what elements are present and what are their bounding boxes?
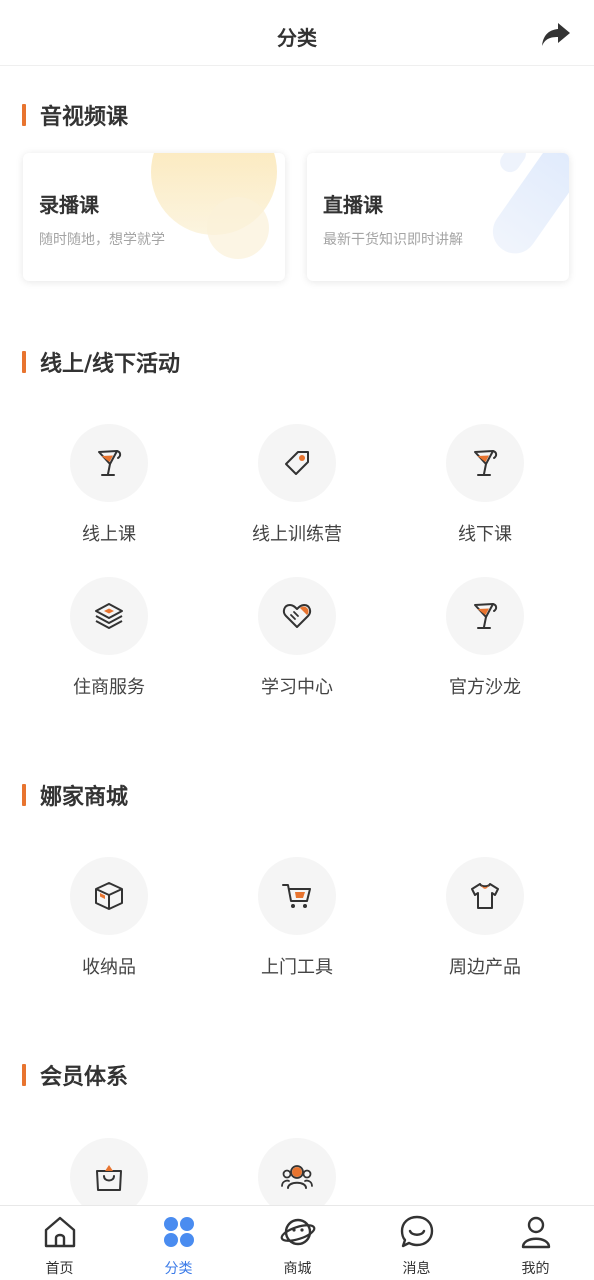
share-arrow-icon[interactable] xyxy=(540,20,572,50)
box-icon xyxy=(95,882,123,910)
section-title-text: 娜家商城 xyxy=(40,785,129,810)
grid-item-label: 线下课 xyxy=(458,524,512,545)
wine-glass-icon xyxy=(98,450,122,476)
icon-circle xyxy=(70,577,148,655)
section-marker xyxy=(22,351,26,373)
layers-icon xyxy=(95,603,123,629)
grid-item-tools[interactable]: 上门工具 xyxy=(227,857,367,987)
icon-circle xyxy=(70,424,148,502)
tab-label: 我的 xyxy=(521,1261,550,1277)
section-title-text: 线上/线下活动 xyxy=(40,352,181,377)
grid-item-label: 线上课 xyxy=(82,524,136,545)
grid-item-label: 周边产品 xyxy=(449,957,521,978)
content-scroll[interactable]: 音视频课 录播课 随时随地，想学就学 直播课 最新干货知识即时讲解 线上/线下活… xyxy=(0,67,594,1205)
section-title-mall: 娜家商城 xyxy=(22,780,128,810)
grid-item-label: 住商服务 xyxy=(73,677,145,698)
icon-circle xyxy=(446,857,524,935)
course-subtitle: 最新干货知识即时讲解 xyxy=(323,232,463,248)
grid-item-online-camp[interactable]: 线上训练营 xyxy=(227,424,367,554)
section-title-text: 会员体系 xyxy=(40,1065,129,1090)
tab-profile[interactable]: 我的 xyxy=(476,1206,594,1280)
shopping-bag-icon xyxy=(96,1165,122,1191)
category-icon xyxy=(164,1217,194,1247)
icon-circle xyxy=(258,1138,336,1205)
section-marker xyxy=(22,1064,26,1086)
course-subtitle: 随时随地，想学就学 xyxy=(39,232,165,248)
tab-label: 商城 xyxy=(283,1261,312,1277)
top-bar: 分类 xyxy=(0,0,594,66)
tshirt-icon xyxy=(471,883,499,909)
user-icon xyxy=(521,1216,551,1249)
section-title-member: 会员体系 xyxy=(22,1060,128,1090)
wine-glass-icon xyxy=(474,450,498,476)
icon-circle xyxy=(258,857,336,935)
icon-circle xyxy=(70,1138,148,1205)
section-title-av: 音视频课 xyxy=(22,100,128,130)
grid-item-member-shop[interactable] xyxy=(39,1138,179,1205)
grid-item-online-course[interactable]: 线上课 xyxy=(39,424,179,554)
decor-blob xyxy=(207,197,269,259)
section-title-activity: 线上/线下活动 xyxy=(22,347,180,377)
tab-label: 首页 xyxy=(45,1261,74,1277)
grid-item-label: 上门工具 xyxy=(261,957,333,978)
heart-hands-icon xyxy=(282,604,312,628)
grid-item-learning-center[interactable]: 学习中心 xyxy=(227,577,367,707)
page-title: 分类 xyxy=(277,26,317,50)
tag-icon xyxy=(285,451,309,475)
grid-item-offline-course[interactable]: 线下课 xyxy=(415,424,555,554)
tab-home[interactable]: 首页 xyxy=(0,1206,119,1280)
grid-item-member-community[interactable] xyxy=(227,1138,367,1205)
tab-label: 消息 xyxy=(402,1261,431,1277)
tab-label: 分类 xyxy=(164,1261,193,1277)
tab-messages[interactable]: 消息 xyxy=(357,1206,476,1280)
icon-circle xyxy=(446,577,524,655)
tab-category[interactable]: 分类 xyxy=(119,1206,238,1280)
home-icon xyxy=(44,1216,76,1248)
decor-stripe xyxy=(496,153,530,177)
grid-item-merch[interactable]: 周边产品 xyxy=(415,857,555,987)
course-title: 录播课 xyxy=(39,193,99,217)
grid-item-label: 学习中心 xyxy=(261,677,333,698)
grid-item-official-salon[interactable]: 官方沙龙 xyxy=(415,577,555,707)
icon-circle xyxy=(258,424,336,502)
bottom-tab-bar: 首页 分类 商城 消息 我的 xyxy=(0,1205,594,1280)
recorded-course-card[interactable]: 录播课 随时随地，想学就学 xyxy=(23,153,285,281)
grid-item-label: 线上训练营 xyxy=(252,524,342,545)
section-title-text: 音视频课 xyxy=(40,105,129,130)
icon-circle xyxy=(446,424,524,502)
cart-icon xyxy=(282,884,311,908)
icon-circle xyxy=(70,857,148,935)
people-icon xyxy=(281,1165,313,1189)
chat-icon xyxy=(400,1215,434,1248)
section-marker xyxy=(22,784,26,806)
tab-mall[interactable]: 商城 xyxy=(238,1206,357,1280)
wine-glass-icon xyxy=(474,603,498,629)
grid-item-label: 收纳品 xyxy=(82,957,136,978)
grid-item-label: 官方沙龙 xyxy=(449,677,521,698)
planet-icon xyxy=(280,1218,316,1246)
grid-item-housing-service[interactable]: 住商服务 xyxy=(39,577,179,707)
section-marker xyxy=(22,104,26,126)
grid-item-storage[interactable]: 收纳品 xyxy=(39,857,179,987)
icon-circle xyxy=(258,577,336,655)
decor-stripe xyxy=(484,153,569,263)
course-title: 直播课 xyxy=(323,193,383,217)
live-course-card[interactable]: 直播课 最新干货知识即时讲解 xyxy=(307,153,569,281)
